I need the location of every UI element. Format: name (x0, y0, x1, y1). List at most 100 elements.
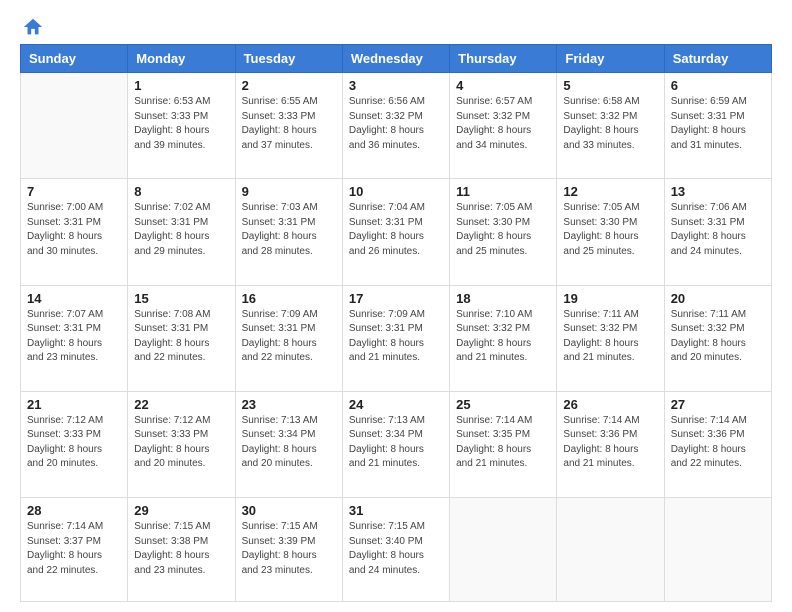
day-info: Sunrise: 7:09 AMSunset: 3:31 PMDaylight:… (349, 308, 443, 366)
day-info: Sunrise: 6:55 AMSunset: 3:33 PMDaylight:… (242, 95, 336, 153)
calendar-cell: 13 Sunrise: 7:06 AMSunset: 3:31 PMDayligh… (664, 179, 771, 285)
day-info: Sunrise: 7:05 AMSunset: 3:30 PMDaylight:… (456, 201, 550, 259)
calendar-cell: 5 Sunrise: 6:58 AMSunset: 3:32 PMDaylight… (557, 73, 664, 179)
calendar-cell: 10Sunrise: 7:04 AMSunset: 3:31 PMDayligh… (342, 179, 449, 285)
day-number: 1 (134, 78, 228, 93)
calendar-cell: 4Sunrise: 6:57 AMSunset: 3:32 PMDaylight… (450, 73, 557, 179)
day-info: Sunrise: 7:13 AMSunset: 3:34 PMDaylight:… (349, 414, 443, 472)
weekday-header: Tuesday (235, 45, 342, 73)
calendar-table: SundayMondayTuesdayWednesdayThursdayFrid… (20, 44, 772, 602)
day-number: 3 (349, 78, 443, 93)
calendar-cell: 21 Sunrise: 7:12 AMSunset: 3:33 PMDayligh… (21, 391, 128, 497)
day-number: 25 (456, 397, 550, 412)
calendar-week-row: 1 Sunrise: 6:53 AMSunset: 3:33 PMDaylight… (21, 73, 772, 179)
day-number: 19 (563, 291, 657, 306)
day-number: 12 (563, 184, 657, 199)
day-info: Sunrise: 6:56 AMSunset: 3:32 PMDaylight:… (349, 95, 443, 153)
calendar-cell: 19 Sunrise: 7:11 AMSunset: 3:32 PMDayligh… (557, 285, 664, 391)
day-info: Sunrise: 7:14 AMSunset: 3:35 PMDaylight:… (456, 414, 550, 472)
calendar-week-row: 7 Sunrise: 7:00 AMSunset: 3:31 PMDaylight… (21, 179, 772, 285)
day-info: Sunrise: 7:11 AMSunset: 3:32 PMDaylight:… (563, 308, 657, 366)
calendar-cell: 14 Sunrise: 7:07 AMSunset: 3:31 PMDayligh… (21, 285, 128, 391)
calendar-cell: 11 Sunrise: 7:05 AMSunset: 3:30 PMDayligh… (450, 179, 557, 285)
day-info: Sunrise: 7:10 AMSunset: 3:32 PMDaylight:… (456, 308, 550, 366)
day-number: 10 (349, 184, 443, 199)
weekday-header: Friday (557, 45, 664, 73)
day-info: Sunrise: 7:15 AMSunset: 3:38 PMDaylight:… (134, 520, 228, 578)
calendar-cell: 26 Sunrise: 7:14 AMSunset: 3:36 PMDayligh… (557, 391, 664, 497)
day-number: 30 (242, 503, 336, 518)
day-info: Sunrise: 7:15 AMSunset: 3:40 PMDaylight:… (349, 520, 443, 578)
calendar-week-row: 28 Sunrise: 7:14 AMSunset: 3:37 PMDayligh… (21, 498, 772, 602)
page: SundayMondayTuesdayWednesdayThursdayFrid… (0, 0, 792, 612)
day-number: 20 (671, 291, 765, 306)
calendar-cell (21, 73, 128, 179)
calendar-cell: 20 Sunrise: 7:11 AMSunset: 3:32 PMDayligh… (664, 285, 771, 391)
calendar-cell: 9 Sunrise: 7:03 AMSunset: 3:31 PMDaylight… (235, 179, 342, 285)
day-number: 9 (242, 184, 336, 199)
day-number: 2 (242, 78, 336, 93)
logo-icon (22, 16, 44, 38)
weekday-header: Wednesday (342, 45, 449, 73)
day-info: Sunrise: 7:12 AMSunset: 3:33 PMDaylight:… (27, 414, 121, 472)
calendar-cell: 27Sunrise: 7:14 AMSunset: 3:36 PMDayligh… (664, 391, 771, 497)
day-info: Sunrise: 7:12 AMSunset: 3:33 PMDaylight:… (134, 414, 228, 472)
calendar-cell: 25 Sunrise: 7:14 AMSunset: 3:35 PMDayligh… (450, 391, 557, 497)
day-info: Sunrise: 7:00 AMSunset: 3:31 PMDaylight:… (27, 201, 121, 259)
calendar-cell: 18 Sunrise: 7:10 AMSunset: 3:32 PMDayligh… (450, 285, 557, 391)
day-number: 15 (134, 291, 228, 306)
calendar-cell: 29 Sunrise: 7:15 AMSunset: 3:38 PMDayligh… (128, 498, 235, 602)
day-info: Sunrise: 7:06 AMSunset: 3:31 PMDaylight:… (671, 201, 765, 259)
day-info: Sunrise: 7:11 AMSunset: 3:32 PMDaylight:… (671, 308, 765, 366)
day-number: 13 (671, 184, 765, 199)
calendar-cell (664, 498, 771, 602)
day-number: 24 (349, 397, 443, 412)
calendar-cell: 16Sunrise: 7:09 AMSunset: 3:31 PMDayligh… (235, 285, 342, 391)
day-info: Sunrise: 6:53 AMSunset: 3:33 PMDaylight:… (134, 95, 228, 153)
calendar-cell: 24 Sunrise: 7:13 AMSunset: 3:34 PMDayligh… (342, 391, 449, 497)
day-number: 21 (27, 397, 121, 412)
day-number: 29 (134, 503, 228, 518)
weekday-header: Thursday (450, 45, 557, 73)
weekday-header: Monday (128, 45, 235, 73)
day-info: Sunrise: 7:15 AMSunset: 3:39 PMDaylight:… (242, 520, 336, 578)
day-info: Sunrise: 6:57 AMSunset: 3:32 PMDaylight:… (456, 95, 550, 153)
day-info: Sunrise: 7:05 AMSunset: 3:30 PMDaylight:… (563, 201, 657, 259)
day-number: 18 (456, 291, 550, 306)
calendar-cell: 22 Sunrise: 7:12 AMSunset: 3:33 PMDayligh… (128, 391, 235, 497)
weekday-header: Sunday (21, 45, 128, 73)
calendar-cell (450, 498, 557, 602)
day-info: Sunrise: 7:08 AMSunset: 3:31 PMDaylight:… (134, 308, 228, 366)
calendar-cell: 6 Sunrise: 6:59 AMSunset: 3:31 PMDaylight… (664, 73, 771, 179)
day-number: 14 (27, 291, 121, 306)
day-info: Sunrise: 6:58 AMSunset: 3:32 PMDaylight:… (563, 95, 657, 153)
day-info: Sunrise: 7:14 AMSunset: 3:36 PMDaylight:… (671, 414, 765, 472)
calendar-cell: 30 Sunrise: 7:15 AMSunset: 3:39 PMDayligh… (235, 498, 342, 602)
calendar-cell: 17Sunrise: 7:09 AMSunset: 3:31 PMDayligh… (342, 285, 449, 391)
day-info: Sunrise: 7:03 AMSunset: 3:31 PMDaylight:… (242, 201, 336, 259)
day-info: Sunrise: 7:14 AMSunset: 3:37 PMDaylight:… (27, 520, 121, 578)
day-info: Sunrise: 6:59 AMSunset: 3:31 PMDaylight:… (671, 95, 765, 153)
day-number: 5 (563, 78, 657, 93)
calendar-cell: 8Sunrise: 7:02 AMSunset: 3:31 PMDaylight… (128, 179, 235, 285)
logo (20, 16, 44, 36)
day-number: 6 (671, 78, 765, 93)
day-number: 28 (27, 503, 121, 518)
day-number: 26 (563, 397, 657, 412)
day-number: 11 (456, 184, 550, 199)
calendar-cell: 31Sunrise: 7:15 AMSunset: 3:40 PMDayligh… (342, 498, 449, 602)
calendar-week-row: 21 Sunrise: 7:12 AMSunset: 3:33 PMDayligh… (21, 391, 772, 497)
weekday-header: Saturday (664, 45, 771, 73)
calendar-cell: 1 Sunrise: 6:53 AMSunset: 3:33 PMDaylight… (128, 73, 235, 179)
calendar-header-row: SundayMondayTuesdayWednesdayThursdayFrid… (21, 45, 772, 73)
day-number: 22 (134, 397, 228, 412)
day-info: Sunrise: 7:07 AMSunset: 3:31 PMDaylight:… (27, 308, 121, 366)
day-info: Sunrise: 7:02 AMSunset: 3:31 PMDaylight:… (134, 201, 228, 259)
day-info: Sunrise: 7:14 AMSunset: 3:36 PMDaylight:… (563, 414, 657, 472)
calendar-cell: 2 Sunrise: 6:55 AMSunset: 3:33 PMDaylight… (235, 73, 342, 179)
calendar-cell: 3 Sunrise: 6:56 AMSunset: 3:32 PMDaylight… (342, 73, 449, 179)
calendar-week-row: 14 Sunrise: 7:07 AMSunset: 3:31 PMDayligh… (21, 285, 772, 391)
day-number: 7 (27, 184, 121, 199)
calendar-cell: 15 Sunrise: 7:08 AMSunset: 3:31 PMDayligh… (128, 285, 235, 391)
calendar-cell: 7 Sunrise: 7:00 AMSunset: 3:31 PMDaylight… (21, 179, 128, 285)
